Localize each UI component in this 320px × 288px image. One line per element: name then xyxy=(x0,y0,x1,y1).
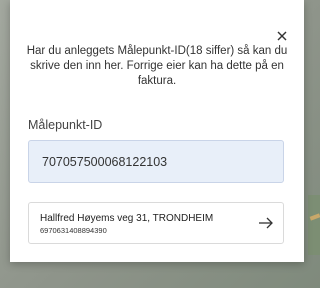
malepunkt-id-input[interactable] xyxy=(28,140,284,183)
arrow-right-icon xyxy=(258,216,274,230)
malepunkt-id-label: Målepunkt-ID xyxy=(28,118,103,132)
result-meter-id: 6970631408894390 xyxy=(40,226,107,235)
result-address: Hallfred Høyems veg 31, TRONDHEIM xyxy=(40,213,214,224)
background-map-fragment xyxy=(308,195,320,255)
address-result-item[interactable]: Hallfred Høyems veg 31, TRONDHEIM 697063… xyxy=(28,202,284,244)
close-icon xyxy=(272,26,292,46)
malepunkt-dialog: Har du anleggets Målepunkt-ID(18 siffer)… xyxy=(10,0,304,262)
dialog-instructions: Har du anleggets Målepunkt-ID(18 siffer)… xyxy=(26,45,288,87)
close-button[interactable] xyxy=(272,26,292,46)
